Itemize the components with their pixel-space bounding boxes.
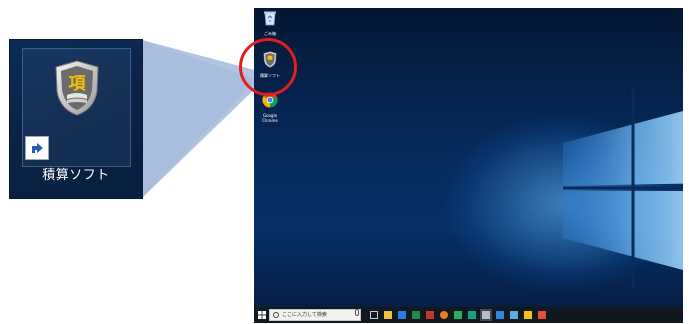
app-icon[interactable] <box>468 311 476 319</box>
desktop-icon-recycle-bin[interactable]: ごみ箱 <box>255 10 285 36</box>
people-icon[interactable] <box>510 311 518 319</box>
shield-app-icon: 項 <box>55 60 99 116</box>
store-icon[interactable] <box>398 311 406 319</box>
mail-icon[interactable] <box>412 311 420 319</box>
zoom-callout: 項 積算ソフト <box>10 40 142 198</box>
calendar-icon[interactable] <box>426 311 434 319</box>
settings-icon[interactable] <box>496 311 504 319</box>
search-placeholder: ここに入力して検索 <box>282 312 327 318</box>
desktop-icon-label: Google Chrome <box>262 113 278 123</box>
file-explorer-icon[interactable] <box>384 311 392 319</box>
taskbar: ここに入力して検索 <box>254 307 683 323</box>
desktop-icon-chrome[interactable]: Google Chrome <box>255 92 285 123</box>
svg-text:項: 項 <box>69 74 87 94</box>
shortcut-arrow-icon <box>25 136 49 160</box>
chrome-taskbar-icon[interactable] <box>440 311 448 319</box>
shield-app-taskbar-icon[interactable] <box>482 311 490 319</box>
recycle-bin-icon <box>264 11 276 26</box>
pdf-icon[interactable] <box>538 311 546 319</box>
notes-icon[interactable] <box>524 311 532 319</box>
microphone-icon[interactable] <box>355 309 359 316</box>
highlight-circle <box>239 38 297 96</box>
task-view-icon[interactable] <box>370 311 378 319</box>
windows-logo-wallpaper <box>563 88 683 288</box>
desktop-icon-label: ごみ箱 <box>264 31 276 36</box>
zoom-icon-label: 積算ソフト <box>42 168 110 183</box>
maps-icon[interactable] <box>454 311 462 319</box>
windows-desktop: ごみ箱 積算ソフト Google Chrome ここに入力して検索 <box>254 8 683 323</box>
cortana-icon <box>273 312 279 318</box>
windows-start-button[interactable] <box>258 311 266 319</box>
taskbar-search-box[interactable]: ここに入力して検索 <box>269 309 361 321</box>
